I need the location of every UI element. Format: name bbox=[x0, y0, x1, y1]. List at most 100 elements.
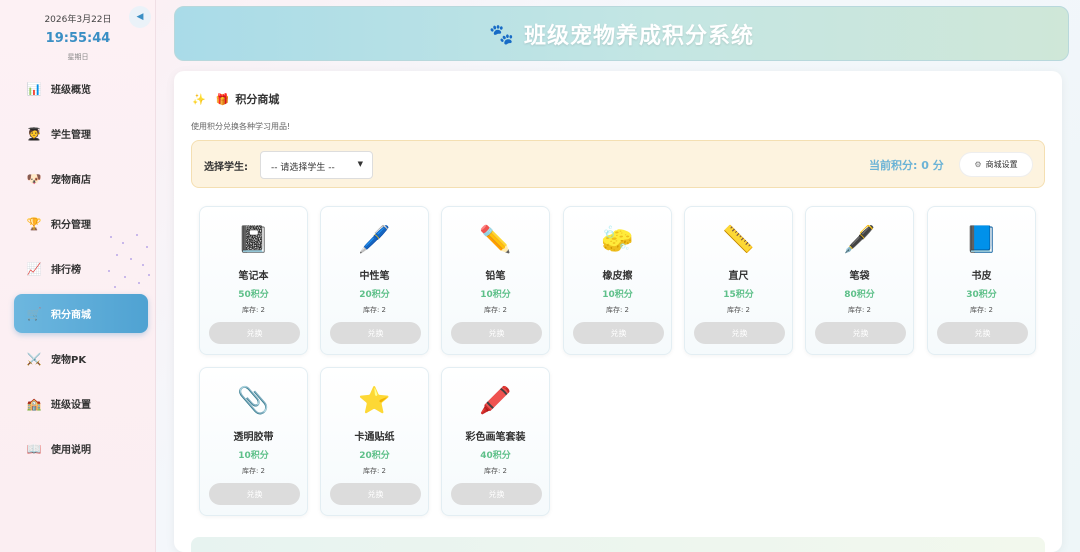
crayon-icon: 🖍️ bbox=[479, 386, 512, 416]
product-name: 彩色画笔套装 bbox=[465, 432, 526, 443]
product-name: 铅笔 bbox=[485, 271, 506, 282]
product-card: 🖍️ 彩色画笔套装 40积分 库存: 2 兑换 bbox=[441, 367, 550, 516]
product-price: 40积分 bbox=[480, 451, 511, 461]
product-price: 50积分 bbox=[238, 290, 269, 300]
page-title: 班级宠物养成积分系统 bbox=[523, 23, 754, 49]
bottom-section-edge bbox=[191, 537, 1045, 552]
sidebar-item-overview[interactable]: 📊 班级概览 bbox=[14, 69, 148, 108]
product-stock: 库存: 2 bbox=[362, 467, 387, 475]
product-stock: 库存: 2 bbox=[241, 467, 266, 475]
product-card: 📓 笔记本 50积分 库存: 2 兑换 bbox=[199, 206, 308, 355]
shop-settings-label: 商城设置 bbox=[985, 160, 1018, 169]
product-stock: 库存: 2 bbox=[605, 306, 630, 314]
product-name: 直尺 bbox=[728, 271, 749, 282]
product-price: 80积分 bbox=[844, 290, 875, 300]
product-card: 📎 透明胶带 10积分 库存: 2 兑换 bbox=[199, 367, 308, 516]
paperclip-icon: 📎 bbox=[237, 386, 270, 416]
student-select-value: -- 请选择学生 -- bbox=[271, 163, 335, 173]
header-banner: 🐾 班级宠物养成积分系统 bbox=[174, 6, 1069, 61]
section-title: ✨ 🎁 积分商城 bbox=[192, 91, 279, 107]
redeem-button[interactable]: 兑换 bbox=[209, 322, 300, 344]
product-stock: 库存: 2 bbox=[241, 306, 266, 314]
section-title-text: 积分商城 bbox=[235, 93, 280, 106]
product-name: 卡通贴纸 bbox=[354, 432, 395, 443]
sidebar-item-label: 班级设置 bbox=[51, 400, 91, 411]
product-price: 20积分 bbox=[359, 290, 390, 300]
crossed-swords-icon: ⚔️ bbox=[26, 351, 42, 366]
sidebar-item-pet-shop[interactable]: 🐶 宠物商店 bbox=[14, 159, 148, 198]
sidebar-item-pet-pk[interactable]: ⚔️ 宠物PK bbox=[14, 339, 148, 378]
gear-icon: ⚙ bbox=[974, 160, 982, 169]
redeem-button[interactable]: 兑换 bbox=[451, 322, 542, 344]
ruler-icon: 📏 bbox=[722, 225, 755, 255]
product-stock: 库存: 2 bbox=[483, 467, 508, 475]
shop-settings-button[interactable]: ⚙ 商城设置 bbox=[959, 152, 1033, 177]
redeem-button[interactable]: 兑换 bbox=[330, 322, 421, 344]
redeem-button[interactable]: 兑换 bbox=[209, 483, 300, 505]
notebook-icon: 📓 bbox=[237, 225, 270, 255]
sidebar-item-class-settings[interactable]: 🏫 班级设置 bbox=[14, 384, 148, 423]
product-name: 笔记本 bbox=[238, 271, 269, 282]
product-stock: 库存: 2 bbox=[969, 306, 994, 314]
product-name: 书皮 bbox=[971, 271, 992, 282]
product-name: 中性笔 bbox=[359, 271, 390, 282]
section-description: 使用积分兑换各种学习用品! bbox=[191, 122, 291, 131]
sidebar-item-label: 班级概览 bbox=[51, 85, 91, 96]
product-name: 橡皮擦 bbox=[602, 271, 633, 282]
sidebar-item-label: 积分商城 bbox=[51, 310, 91, 321]
product-price: 10积分 bbox=[602, 290, 633, 300]
student-select[interactable]: -- 请选择学生 -- ▼ bbox=[260, 151, 373, 179]
product-card: ⭐ 卡通贴纸 20积分 库存: 2 兑换 bbox=[320, 367, 429, 516]
product-price: 10积分 bbox=[480, 290, 511, 300]
paw-icon: 🐾 bbox=[489, 21, 514, 46]
redeem-button[interactable]: 兑换 bbox=[573, 322, 664, 344]
redeem-button[interactable]: 兑换 bbox=[815, 322, 906, 344]
chevron-left-icon: ◀ bbox=[136, 12, 144, 22]
school-icon: 🏫 bbox=[26, 396, 42, 411]
product-price: 15积分 bbox=[723, 290, 754, 300]
current-weekday: 星期日 bbox=[67, 53, 89, 61]
current-points: 当前积分: 0 分 bbox=[869, 159, 944, 172]
product-price: 10积分 bbox=[238, 451, 269, 461]
chevron-down-icon: ▼ bbox=[357, 160, 363, 168]
collapse-sidebar-button[interactable]: ◀ bbox=[129, 6, 151, 28]
star-icon: ⭐ bbox=[358, 386, 391, 416]
sidebar-item-label: 排行榜 bbox=[51, 265, 81, 276]
product-card: 🧽 橡皮擦 10积分 库存: 2 兑换 bbox=[563, 206, 672, 355]
fountain-pen-icon: 🖋️ bbox=[843, 225, 876, 255]
points-mall-panel: ✨ 🎁 积分商城 使用积分兑换各种学习用品! 选择学生: -- 请选择学生 --… bbox=[174, 71, 1062, 552]
sidebar-item-label: 积分管理 bbox=[51, 220, 91, 231]
product-stock: 库存: 2 bbox=[847, 306, 872, 314]
dog-icon: 🐶 bbox=[26, 171, 42, 186]
cart-icon: 🛒 bbox=[26, 306, 42, 321]
book-icon: 📖 bbox=[26, 441, 42, 456]
select-student-label: 选择学生: bbox=[204, 162, 248, 173]
sidebar-item-label: 宠物PK bbox=[51, 355, 87, 366]
redeem-button[interactable]: 兑换 bbox=[937, 322, 1028, 344]
product-card: 📘 书皮 30积分 库存: 2 兑换 bbox=[927, 206, 1036, 355]
product-stock: 库存: 2 bbox=[362, 306, 387, 314]
current-time: 19:55:44 bbox=[45, 31, 111, 46]
sidebar-item-help[interactable]: 📖 使用说明 bbox=[14, 429, 148, 468]
blue-book-icon: 📘 bbox=[965, 225, 998, 255]
sidebar-item-students[interactable]: 🧑‍🎓 学生管理 bbox=[14, 114, 148, 153]
product-name: 透明胶带 bbox=[233, 432, 274, 443]
chart-icon: 📊 bbox=[26, 81, 42, 96]
trophy-icon: 🏆 bbox=[26, 216, 42, 231]
student-select-bar: 选择学生: -- 请选择学生 -- ▼ 当前积分: 0 分 ⚙ 商城设置 bbox=[191, 140, 1045, 188]
sidebar-item-label: 学生管理 bbox=[51, 130, 91, 141]
redeem-button[interactable]: 兑换 bbox=[451, 483, 542, 505]
sparkle-decoration bbox=[102, 232, 152, 292]
sidebar-item-label: 宠物商店 bbox=[51, 175, 91, 186]
trend-chart-icon: 📈 bbox=[26, 261, 42, 276]
product-stock: 库存: 2 bbox=[483, 306, 508, 314]
pencil-icon: ✏️ bbox=[479, 225, 512, 255]
gift-icon: 🎁 bbox=[215, 92, 230, 106]
redeem-button[interactable]: 兑换 bbox=[694, 322, 785, 344]
product-price: 30积分 bbox=[966, 290, 997, 300]
product-stock: 库存: 2 bbox=[726, 306, 751, 314]
sidebar-item-points-mall[interactable]: 🛒 积分商城 bbox=[14, 294, 148, 333]
product-card: 📏 直尺 15积分 库存: 2 兑换 bbox=[684, 206, 793, 355]
product-card: 🖊️ 中性笔 20积分 库存: 2 兑换 bbox=[320, 206, 429, 355]
redeem-button[interactable]: 兑换 bbox=[330, 483, 421, 505]
